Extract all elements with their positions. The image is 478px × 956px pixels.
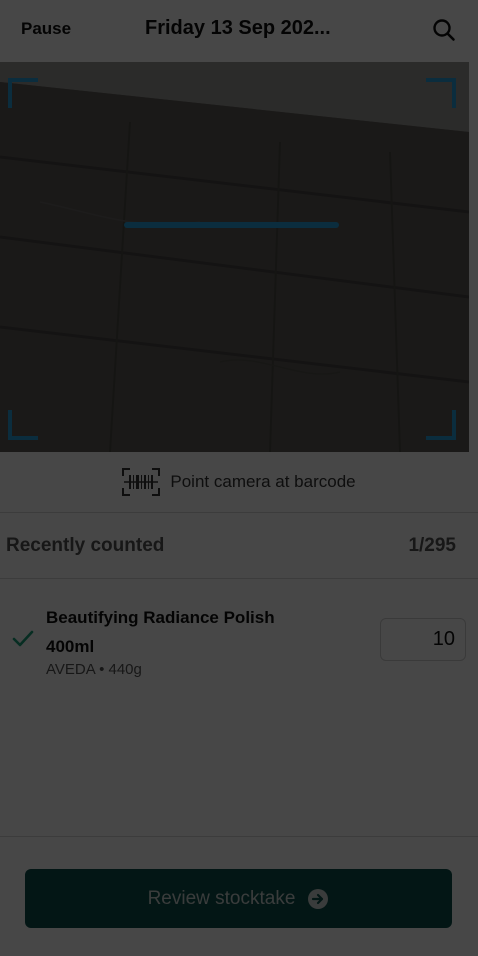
viewfinder-corner-bottom-right — [426, 410, 456, 440]
item-name-line2: 400ml — [46, 637, 95, 656]
counted-progress: 1/295 — [408, 535, 456, 556]
viewfinder-corner-top-left — [8, 78, 38, 108]
recently-counted-heading: Recently counted — [6, 535, 165, 556]
barcode-scan-icon — [122, 468, 161, 496]
divider — [0, 836, 478, 837]
scan-hint: Point camera at barcode — [0, 452, 478, 512]
divider — [0, 578, 478, 579]
viewfinder-corner-bottom-left — [8, 410, 38, 440]
scan-line — [124, 222, 339, 228]
item-name: Beautifying Radiance Polish 400ml — [46, 603, 346, 661]
arrow-right-circle-icon — [308, 888, 329, 909]
search-icon — [433, 19, 455, 41]
stocktake-scanner-screen: Pause Friday 13 Sep 202... Point camera … — [0, 0, 478, 956]
item-brand-weight: AVEDA • 440g — [46, 661, 142, 678]
camera-feed-image — [0, 62, 469, 452]
pause-button[interactable]: Pause — [21, 19, 71, 39]
check-icon — [12, 630, 34, 647]
review-stocktake-label: Review stocktake — [147, 887, 296, 909]
item-name-line1: Beautifying Radiance Polish — [46, 608, 275, 627]
review-stocktake-button[interactable]: Review stocktake — [25, 869, 452, 928]
search-button[interactable] — [430, 16, 458, 44]
divider — [0, 512, 478, 513]
scan-hint-text: Point camera at barcode — [170, 472, 356, 491]
page-title: Friday 13 Sep 202... — [145, 17, 331, 39]
quantity-input[interactable] — [380, 618, 466, 661]
camera-viewfinder[interactable] — [0, 62, 469, 452]
viewfinder-corner-top-right — [426, 78, 456, 108]
header-bar: Pause Friday 13 Sep 202... — [0, 0, 478, 62]
